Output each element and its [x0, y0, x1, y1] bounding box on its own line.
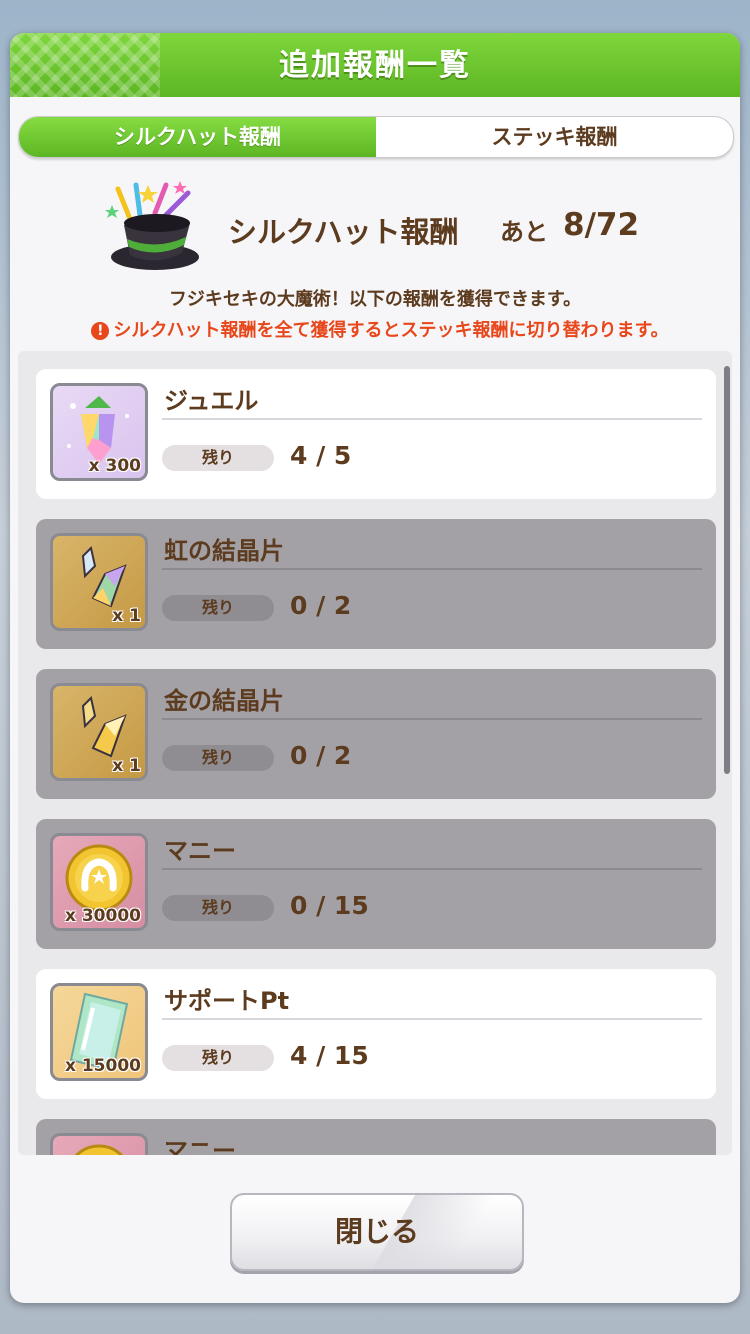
divider [162, 868, 702, 870]
reward-name: マニー [164, 837, 236, 865]
reward-quantity: x 1 [112, 756, 141, 776]
reward-thumbnail: x 1 [50, 683, 148, 781]
header-remain-label: あと [500, 218, 548, 246]
remain-count: 0 / 15 [290, 891, 369, 920]
dialog-title-bar: 追加報酬一覧 [10, 33, 740, 97]
reward-quantity: x 15000 [64, 1056, 141, 1076]
list-scrollbar[interactable] [724, 366, 730, 774]
dialog-title: 追加報酬一覧 [279, 48, 471, 83]
silk-hat-icon [105, 181, 199, 270]
tab-stick-rewards[interactable]: ステッキ報酬 [376, 117, 733, 157]
remain-count: 4 / 5 [290, 441, 352, 470]
reward-name: 金の結晶片 [164, 687, 284, 715]
divider [162, 1018, 702, 1020]
reward-thumbnail [50, 1133, 148, 1155]
tab-silk-hat-rewards[interactable]: シルクハット報酬 [19, 117, 376, 157]
close-button[interactable]: 閉じる [230, 1193, 524, 1271]
reward-name: マニー [164, 1137, 236, 1155]
warning-notice: ! シルクハット報酬を全て獲得するとステッキ報酬に切り替わります。 [20, 316, 740, 342]
reward-item: x 1 虹の結晶片 残り 0 / 2 [36, 519, 716, 649]
reward-item: マニー [36, 1119, 716, 1155]
divider [162, 568, 702, 570]
reward-name: 虹の結晶片 [164, 537, 284, 565]
remain-tag: 残り [162, 595, 274, 621]
reward-quantity: x 300 [88, 456, 141, 476]
reward-list-dialog: 追加報酬一覧 シルクハット報酬 ステッキ報酬 シルクハット報酬 あと 8/72 … [10, 33, 740, 1303]
remain-count: 0 / 2 [290, 741, 352, 770]
remain-tag: 残り [162, 445, 274, 471]
reward-thumbnail: x 30000 [50, 833, 148, 931]
close-button-label: 閉じる [334, 1215, 419, 1248]
reward-quantity: x 30000 [64, 906, 141, 926]
money-coin-icon [74, 1144, 124, 1155]
description-text: フジキセキの大魔術！以下の報酬を獲得できます。 [168, 289, 582, 310]
reward-item: x 300 ジュエル 残り 4 / 5 [36, 369, 716, 499]
header-remain-value: 8/72 [563, 207, 640, 243]
divider [162, 418, 702, 420]
reward-name: ジュエル [164, 387, 259, 415]
reward-thumbnail: x 1 [50, 533, 148, 631]
divider [162, 718, 702, 720]
reward-tabs: シルクハット報酬 ステッキ報酬 [18, 116, 734, 158]
reward-name: サポートPt [164, 987, 290, 1015]
reward-item: x 15000 サポートPt 残り 4 / 15 [36, 969, 716, 1099]
reward-list[interactable]: x 300 ジュエル 残り 4 / 5 x 1 虹の結晶片 残り 0 / 2 x… [18, 351, 732, 1155]
remain-tag: 残り [162, 745, 274, 771]
remain-count: 4 / 15 [290, 1041, 369, 1070]
reward-item: x 1 金の結晶片 残り 0 / 2 [36, 669, 716, 799]
reward-quantity: x 1 [112, 606, 141, 626]
warning-text: シルクハット報酬を全て獲得するとステッキ報酬に切り替わります。 [113, 320, 669, 341]
remain-tag: 残り [162, 895, 274, 921]
remain-count: 0 / 2 [290, 591, 352, 620]
remain-tag: 残り [162, 1045, 274, 1071]
warning-icon: ! [91, 322, 110, 340]
reward-thumbnail: x 300 [50, 383, 148, 481]
reward-item: x 30000 マニー 残り 0 / 15 [36, 819, 716, 949]
reward-thumbnail: x 15000 [50, 983, 148, 1081]
header-reward-label: シルクハット報酬 [228, 215, 459, 249]
